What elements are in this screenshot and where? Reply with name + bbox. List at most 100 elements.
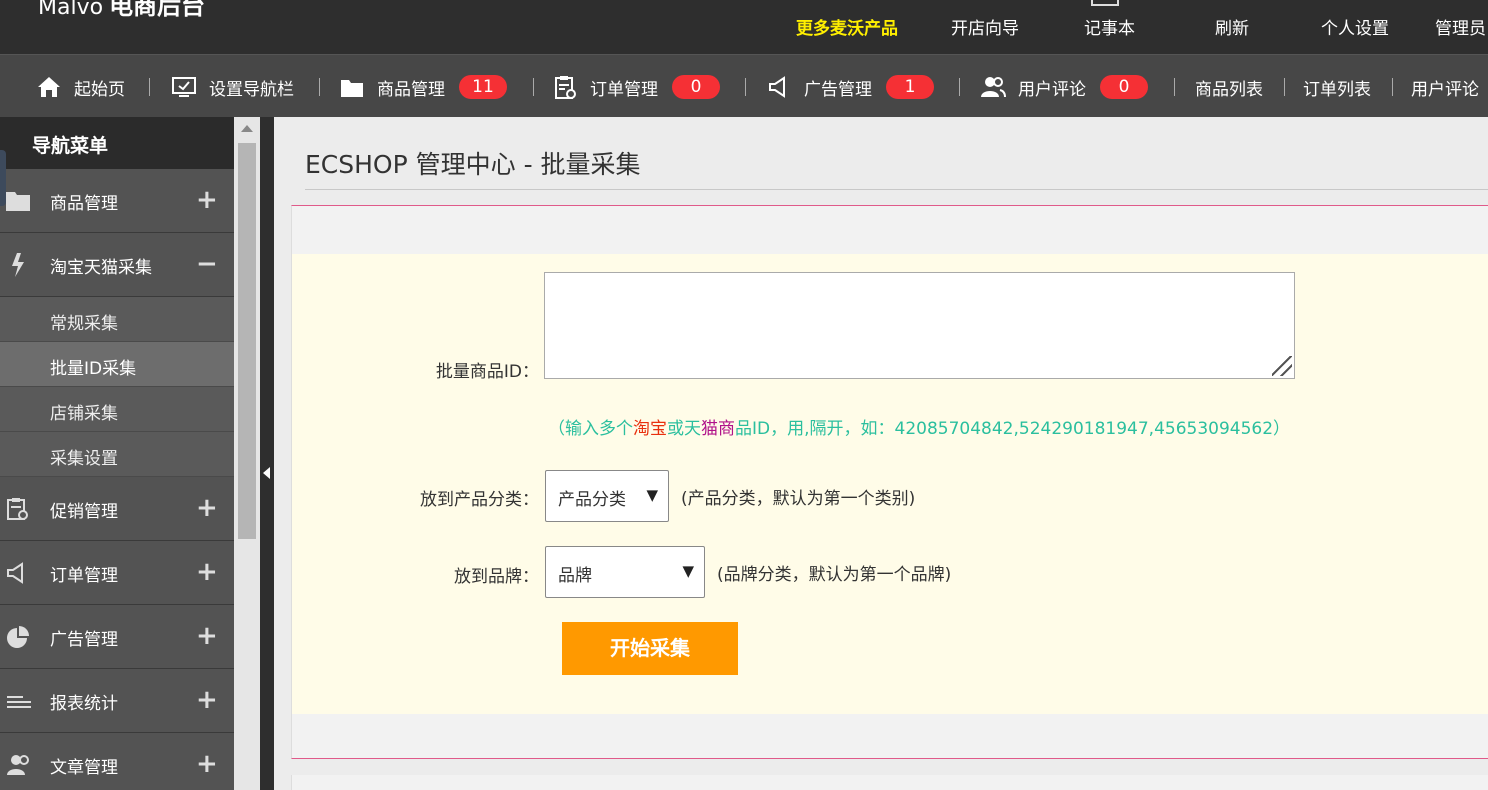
sidebar-item-shop-collect[interactable]: 店铺采集 (0, 387, 234, 432)
sidebar-group-promotions[interactable]: 促销管理 + (0, 477, 234, 541)
count-badge: 0 (1100, 75, 1148, 99)
separator (319, 78, 320, 96)
category-select[interactable]: 产品分类 ▼ (545, 470, 669, 522)
sidebar-group-reports[interactable]: 报表统计 + (0, 669, 234, 733)
sidebar-group-label: 淘宝天猫采集 (50, 258, 152, 278)
sidebar-group-articles[interactable]: 文章管理 + (0, 733, 234, 790)
top-nav-more-products[interactable]: 更多麦沃产品 (796, 14, 898, 39)
top-nav-admin[interactable]: 管理员 (1435, 14, 1486, 39)
hint-text: 或天 (667, 419, 701, 439)
separator (149, 78, 150, 96)
monitor-check-icon (171, 74, 197, 100)
hint-taobao: 淘宝 (633, 419, 667, 439)
expand-icon[interactable]: + (196, 749, 218, 779)
expand-icon[interactable]: + (196, 185, 218, 215)
lightning-icon (6, 253, 32, 277)
quick-nav-label: 设置导航栏 (209, 79, 294, 100)
logo-brand: 电商后台 (109, 0, 206, 20)
users-icon (980, 74, 1006, 100)
sidebar-group-ads[interactable]: 广告管理 + (0, 605, 234, 669)
collapse-left-icon[interactable] (263, 467, 270, 479)
hint-text: 品ID，用,隔开，如：42085704842,524290181947,4565… (735, 419, 1291, 439)
brand-label: 放到品牌： (454, 567, 539, 587)
sidebar-group-label: 商品管理 (50, 194, 118, 214)
quick-nav-label: 广告管理 (804, 79, 872, 100)
brand-selected: 品牌 (558, 566, 592, 586)
quick-nav-user-reviews[interactable]: 用户评论 (1411, 73, 1479, 101)
users-icon (6, 753, 32, 777)
sidebar-group-goods[interactable]: 商品管理 + (0, 169, 234, 233)
brand-select[interactable]: 品牌 ▼ (545, 546, 705, 598)
quick-nav-home[interactable]: 起始页 (36, 73, 125, 101)
top-nav: 更多麦沃产品 开店向导 记事本 刷新 个人设置 管理员 (788, 0, 1488, 40)
scroll-up-icon[interactable] (241, 125, 253, 132)
quick-nav-bar: 起始页 设置导航栏 商品管理 11 订单管理 0 广告管理 1 用户评论 0 商… (0, 54, 1488, 117)
expand-icon[interactable]: + (196, 685, 218, 715)
top-nav-setup-wizard[interactable]: 开店向导 (951, 14, 1019, 39)
quick-nav-set-navbar[interactable]: 设置导航栏 (171, 73, 294, 101)
top-nav-refresh[interactable]: 刷新 (1215, 14, 1249, 39)
clipboard-icon (552, 74, 578, 100)
expand-icon[interactable]: + (196, 493, 218, 523)
ids-hint: （输入多个淘宝或天猫商品ID，用,隔开，如：42085704842,524290… (548, 414, 1290, 439)
separator (1174, 78, 1175, 96)
dropdown-caret-icon: ▼ (646, 486, 658, 504)
hint-text: （输入多个 (548, 419, 633, 439)
scrollbar-thumb[interactable] (238, 143, 256, 539)
sidebar-item-regular-collect[interactable]: 常规采集 (0, 297, 234, 342)
separator (1284, 78, 1285, 96)
sidebar-item-collect-settings[interactable]: 采集设置 (0, 432, 234, 477)
category-note: (产品分类，默认为第一个类别) (681, 489, 916, 509)
main-content: ECSHOP 管理中心 - 批量采集 批量商品ID： （输入多个淘宝或天猫商品I… (274, 117, 1488, 790)
category-selected: 产品分类 (558, 490, 626, 510)
collapse-icon[interactable]: − (196, 249, 218, 279)
sidebar-edge-tab (0, 150, 6, 206)
sidebar-scrollbar[interactable] (234, 117, 260, 790)
separator (959, 78, 960, 96)
ids-label: 批量商品ID： (435, 362, 539, 382)
count-badge: 1 (886, 75, 934, 99)
sidebar-title: 导航菜单 (0, 117, 234, 169)
logo-text: Malvo (38, 0, 104, 20)
megaphone-icon (6, 561, 32, 585)
pie-icon (6, 625, 32, 649)
expand-icon[interactable]: + (196, 621, 218, 651)
top-bar: Malvo 电商后台 更多麦沃产品 开店向导 记事本 刷新 个人设置 管理员 (0, 0, 1488, 54)
quick-nav-label: 订单管理 (590, 79, 658, 100)
sidebar-group-label: 报表统计 (50, 694, 118, 714)
megaphone-icon (766, 74, 792, 100)
separator (745, 78, 746, 96)
quick-nav-goods[interactable]: 商品管理 11 (339, 73, 507, 101)
top-nav-personal-settings[interactable]: 个人设置 (1321, 14, 1389, 39)
sidebar-group-label: 促销管理 (50, 502, 118, 522)
top-nav-notepad[interactable]: 记事本 (1084, 14, 1135, 39)
clipboard-icon (6, 497, 32, 521)
quick-nav-order-list[interactable]: 订单列表 (1303, 73, 1371, 101)
sidebar-toggle-bar[interactable] (260, 117, 274, 790)
notepad-icon (1091, 0, 1119, 6)
count-badge: 0 (672, 75, 720, 99)
category-label: 放到产品分类： (420, 490, 539, 510)
sidebar: 导航菜单 商品管理 + 淘宝天猫采集 − 常规采集 批量ID采集 店铺采集 采集… (0, 117, 234, 790)
sidebar-group-label: 订单管理 (50, 566, 118, 586)
separator (1392, 78, 1393, 96)
sidebar-item-batch-id-collect[interactable]: 批量ID采集 (0, 342, 234, 387)
logo: Malvo 电商后台 (38, 0, 205, 21)
quick-nav-ads[interactable]: 广告管理 1 (766, 73, 934, 101)
resize-grip-icon[interactable] (1272, 356, 1292, 376)
quick-nav-orders[interactable]: 订单管理 0 (552, 73, 720, 101)
quick-nav-reviews[interactable]: 用户评论 0 (980, 73, 1148, 101)
goods-ids-textarea[interactable] (544, 272, 1295, 379)
sidebar-group-taobao-collect[interactable]: 淘宝天猫采集 − (0, 233, 234, 297)
sidebar-group-label: 广告管理 (50, 630, 118, 650)
sidebar-group-orders[interactable]: 订单管理 + (0, 541, 234, 605)
form-panel: 批量商品ID： （输入多个淘宝或天猫商品ID，用,隔开，如：4208570484… (291, 205, 1488, 759)
start-collect-button[interactable]: 开始采集 (562, 622, 738, 675)
brand-note: (品牌分类，默认为第一个品牌) (717, 565, 952, 585)
sidebar-group-label: 文章管理 (50, 758, 118, 778)
quick-nav-label: 商品管理 (377, 79, 445, 100)
home-icon (36, 74, 62, 100)
quick-nav-goods-list[interactable]: 商品列表 (1195, 73, 1263, 101)
folder-icon (339, 74, 365, 100)
expand-icon[interactable]: + (196, 557, 218, 587)
